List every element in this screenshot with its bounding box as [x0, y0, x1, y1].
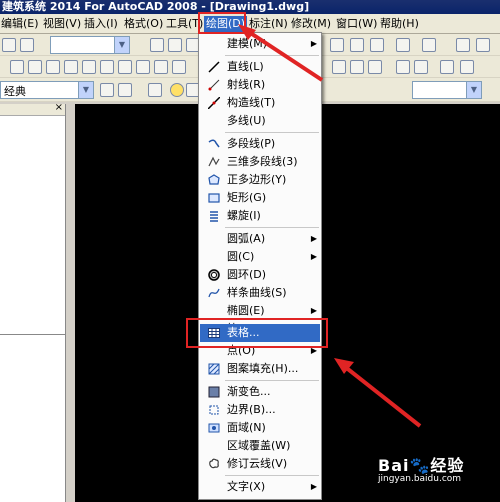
arrow-to-table-item — [334, 358, 422, 428]
watermark-site: jingyan.baidu.com — [378, 474, 462, 484]
annotation-arrows — [238, 24, 422, 428]
paw-icon: 🐾 — [409, 456, 431, 475]
watermark-brand2: 经验 — [430, 456, 465, 475]
watermark-brand: Bai — [378, 456, 410, 475]
watermark: Bai🐾经验 jingyan.baidu.com — [378, 452, 464, 484]
arrow-to-draw-menu — [238, 24, 324, 82]
